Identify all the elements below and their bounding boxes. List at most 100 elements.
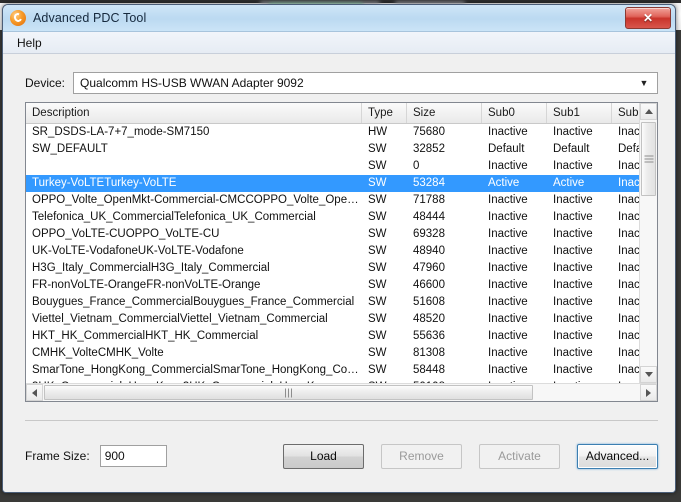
scroll-down-button[interactable] [640,366,657,383]
cell-sub0: Inactive [488,194,528,206]
cell-sub0: Inactive [488,296,528,308]
table-main: Description Type Size Sub0 Sub1 Sub2 SR_… [26,103,645,383]
load-button[interactable]: Load [283,443,364,469]
cell-sub2: Inactive [618,347,639,359]
table-row[interactable]: CMHK_VolteCMHK_Volte SW 81308 Inactive Inact… [26,345,639,362]
remove-button: Remove [381,443,462,469]
frame-size-input[interactable] [99,445,167,467]
cell-description: SR_DSDS-LA-7+7_mode-SM7150 [32,126,210,138]
cell-sub2: Inactive [618,177,639,189]
app-logo-icon [10,10,26,26]
cell-size: 69328 [413,228,445,240]
table-row[interactable]: SW_DEFAULT SW 32852 Default Default Default [26,141,639,158]
cell-type: SW [368,330,387,342]
cell-size: 48444 [413,211,445,223]
cell-sub0: Inactive [488,245,528,257]
table-row[interactable]: UK-VoLTE-VodafoneUK-VoLTE-Vodafone SW 4894… [26,243,639,260]
cell-size: 32852 [413,143,445,155]
menu-item-help[interactable]: Help [11,34,48,52]
table-row[interactable]: Turkey-VoLTETurkey-VoLTE SW 53284 Active Act… [26,175,639,192]
vertical-scroll-track[interactable] [640,120,657,366]
table-row[interactable]: HKT_HK_CommercialHKT_HK_Commercial SW 5563… [26,328,639,345]
advanced-pdc-tool-window: Advanced PDC Tool ✕ Help Device: Qualcom… [2,4,676,493]
device-label: Device: [25,76,66,90]
title-bar[interactable]: Advanced PDC Tool ✕ [3,5,675,32]
cell-sub2: Inactive [618,313,639,325]
action-button-group: Load Remove Activate Advanced... [283,443,658,469]
cell-type: SW [368,296,387,308]
column-header-sub1[interactable]: Sub1 [547,103,612,123]
device-row: Device: Qualcomm HS-USB WWAN Adapter 909… [3,54,675,94]
cell-size: 46600 [413,279,445,291]
chevron-up-icon [644,109,653,114]
cell-type: SW [368,211,387,223]
table-scroll-area: Description Type Size Sub0 Sub1 Sub2 SR_… [26,103,657,383]
cell-sub1: Inactive [553,313,593,325]
cell-sub0: Active [488,177,520,189]
cell-description: Bouygues_France_CommercialBouygues_Franc… [32,296,355,308]
cell-description: Viettel_Vietnam_CommercialViettel_Vietna… [32,313,328,325]
horizontal-scroll-track[interactable] [43,384,640,401]
cell-size: 81308 [413,347,445,359]
cell-sub2: Inactive [618,364,639,376]
close-icon[interactable]: ✕ [625,7,671,29]
cell-description: CMHK_VolteCMHK_Volte [32,347,164,359]
cell-sub0: Inactive [488,347,528,359]
cell-sub1: Inactive [553,330,593,342]
grip-icon [284,388,293,397]
scroll-left-button[interactable] [26,384,43,401]
cell-type: SW [368,177,387,189]
cell-description: OPPO_VoLTE-CUOPPO_VoLTE-CU [32,228,220,240]
cell-description: Telefonica_UK_CommercialTelefonica_UK_Co… [32,211,316,223]
vertical-scrollbar[interactable] [639,103,657,383]
cell-description: UK-VoLTE-VodafoneUK-VoLTE-Vodafone [32,245,244,257]
table-row[interactable]: Bouygues_France_CommercialBouygues_Franc… [26,294,639,311]
cell-sub0: Inactive [488,126,528,138]
table-row[interactable]: Viettel_Vietnam_CommercialViettel_Vietna… [26,311,639,328]
advanced-button[interactable]: Advanced... [577,443,658,469]
cell-sub0: Inactive [488,330,528,342]
cell-sub0: Inactive [488,313,528,325]
menu-bar: Help [3,32,675,54]
table-row[interactable]: SW 0 Inactive Inactive Inactive [26,158,639,175]
column-header-size[interactable]: Size [407,103,482,123]
cell-type: SW [368,160,387,172]
column-header-type[interactable]: Type [362,103,407,123]
cell-sub1: Inactive [553,364,593,376]
cell-sub0: Inactive [488,211,528,223]
cell-sub2: Inactive [618,228,639,240]
table-row[interactable]: H3G_Italy_CommercialH3G_Italy_Commercial… [26,260,639,277]
cell-sub0: Inactive [488,364,528,376]
table-row[interactable]: OPPO_VoLTE-CUOPPO_VoLTE-CU SW 69328 Inactiv… [26,226,639,243]
column-header-description[interactable]: Description [26,103,362,123]
chevron-down-icon [644,372,653,377]
cell-size: 47960 [413,262,445,274]
vertical-scroll-thumb[interactable] [641,122,656,196]
column-header-sub0[interactable]: Sub0 [482,103,547,123]
table-row[interactable]: SR_DSDS-LA-7+7_mode-SM7150 HW 75680 Inactiv… [26,124,639,141]
table-row[interactable]: SmarTone_HongKong_CommercialSmarTone_Hon… [26,362,639,379]
cell-type: HW [368,126,388,138]
table-row[interactable]: FR-nonVoLTE-OrangeFR-nonVoLTE-Orange SW 46… [26,277,639,294]
cell-description: OPPO_Volte_OpenMkt-Commercial-CMCCOPPO_V… [32,194,362,206]
cell-type: SW [368,228,387,240]
grip-icon [644,155,653,163]
cell-sub1: Default [553,143,590,155]
cell-sub1: Inactive [553,279,593,291]
device-select[interactable]: Qualcomm HS-USB WWAN Adapter 9092 ▼ [73,72,658,94]
table-row[interactable]: Telefonica_UK_CommercialTelefonica_UK_Co… [26,209,639,226]
horizontal-scrollbar[interactable] [26,383,657,401]
cell-sub1: Inactive [553,211,593,223]
cell-size: 75680 [413,126,445,138]
scroll-right-button[interactable] [640,384,657,401]
cell-sub2: Default [618,143,639,155]
horizontal-scroll-thumb[interactable] [44,385,533,400]
cell-type: SW [368,262,387,274]
table-row[interactable]: OPPO_Volte_OpenMkt-Commercial-CMCCOPPO_V… [26,192,639,209]
cell-sub0: Default [488,143,525,155]
cell-description: SW_DEFAULT [32,143,108,155]
cell-sub2: Inactive [618,279,639,291]
scroll-up-button[interactable] [640,103,657,120]
cell-type: SW [368,364,387,376]
cell-sub2: Inactive [618,194,639,206]
